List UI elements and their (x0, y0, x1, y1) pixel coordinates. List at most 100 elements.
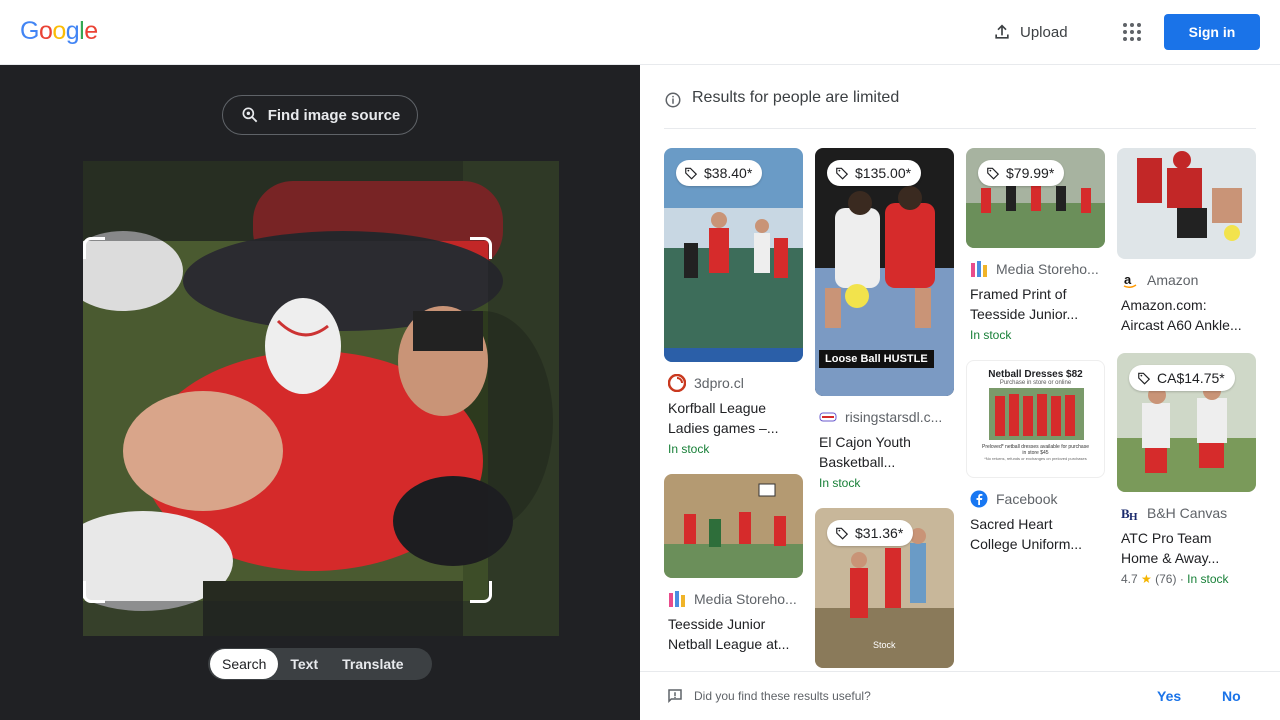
result-thumbnail[interactable]: Netball Dresses $82 Purchase in store or… (966, 360, 1105, 478)
poster-title: Netball Dresses $82 (988, 369, 1083, 380)
bh-canvas-icon: B H (1121, 506, 1138, 522)
crop-handle-bottom-right[interactable] (470, 581, 492, 603)
result-thumbnail[interactable]: $38.40* (664, 148, 803, 362)
result-title-line-2: Teesside Junior... (970, 306, 1079, 322)
result-card[interactable]: Media Storeho... Teesside Junior Netball… (664, 474, 803, 654)
star-icon: ★ (1141, 572, 1152, 586)
results-column-4: a Amazon Amazon.com: Aircast A60 Ankle..… (1117, 148, 1256, 596)
crop-handle-bottom-left[interactable] (83, 581, 105, 603)
media-storehouse-icon (971, 261, 987, 277)
source-name: Facebook (996, 491, 1058, 507)
result-title-line-1: Amazon.com: (1121, 297, 1207, 313)
price-tag-icon (1138, 372, 1151, 385)
price-value: CA$14.75* (1157, 370, 1225, 386)
svg-text:a: a (1124, 272, 1132, 287)
result-title[interactable]: El Cajon Youth Basketball... (819, 432, 950, 472)
source-name: Amazon (1147, 272, 1199, 288)
result-title-line-1: Framed Print of (970, 286, 1067, 302)
poster-note: Preloved* netball dresses available for … (981, 444, 1089, 456)
result-source: B H B&H Canvas (1121, 504, 1252, 522)
price-value: $79.99* (1006, 165, 1055, 181)
crop-handle-top-left[interactable] (83, 237, 105, 259)
feedback-icon (668, 689, 682, 704)
result-card[interactable]: Netball Dresses $82 Purchase in store or… (966, 360, 1105, 554)
result-title-line-2: Basketball... (819, 454, 896, 470)
result-thumbnail[interactable]: Stock $31.36* (815, 508, 954, 668)
price-value: $135.00* (855, 165, 912, 181)
result-card[interactable]: a Amazon Amazon.com: Aircast A60 Ankle..… (1117, 148, 1256, 335)
result-source: Media Storeho... (668, 590, 799, 608)
result-title[interactable]: Teesside Junior Netball League at... (668, 614, 799, 654)
result-title[interactable]: Sacred Heart College Uniform... (970, 514, 1101, 554)
upload-icon (995, 24, 1009, 39)
mode-search-tab[interactable]: Search (210, 649, 279, 679)
amazon-icon: a (1123, 272, 1137, 289)
result-title-line-1: ATC Pro Team (1121, 530, 1212, 546)
source-name: risingstarsdl.c... (845, 409, 943, 425)
crop-dim-top (83, 161, 559, 241)
stock-status: In stock (970, 328, 1012, 342)
result-source: Media Storeho... (970, 260, 1101, 278)
result-card[interactable]: $38.40* 3dpro.cl Korfball League Ladies … (664, 148, 803, 456)
price-tag: $135.00* (827, 160, 922, 186)
stock-watermark: Stock (873, 640, 896, 650)
notice-text: Results for people are limited (692, 89, 900, 106)
result-card[interactable]: $79.99* Media Storeho... Framed Print of… (966, 148, 1105, 342)
result-card[interactable]: CA$14.75* B H B&H Canvas ATC Pro Team Ho… (1117, 353, 1256, 586)
result-thumbnail[interactable]: Loose Ball HUSTLE $135.00* (815, 148, 954, 396)
result-title[interactable]: Amazon.com: Aircast A60 Ankle... (1121, 295, 1252, 335)
logo-letter: e (84, 17, 98, 45)
find-image-source-button[interactable]: Find image source (222, 95, 418, 135)
result-source: Facebook (970, 490, 1101, 508)
crop-handle-top-right[interactable] (470, 237, 492, 259)
result-thumbnail[interactable] (1117, 148, 1256, 259)
results-column-2: Loose Ball HUSTLE $135.00* risingstarsdl… (815, 148, 954, 678)
risingstars-favicon-icon (819, 412, 837, 422)
result-title[interactable]: ATC Pro Team Home & Away... (1121, 528, 1252, 568)
lens-mode-switcher: Search Text Translate (208, 648, 432, 680)
result-title[interactable]: Framed Print of Teesside Junior... (970, 284, 1101, 324)
price-tag-icon (836, 167, 849, 180)
google-logo[interactable]: Google (20, 17, 98, 46)
stock-watermark-text: Stock (873, 640, 896, 650)
results-column-3: $79.99* Media Storeho... Framed Print of… (966, 148, 1105, 564)
uploaded-image (83, 161, 559, 636)
apps-grid-icon[interactable] (1120, 20, 1144, 44)
rating-row: 4.7 ★ (76) · In stock (1121, 572, 1252, 586)
feedback-yes-button[interactable]: Yes (1157, 688, 1181, 704)
price-tag: $31.36* (827, 520, 914, 546)
result-card[interactable]: Stock $31.36* (815, 508, 954, 668)
mode-text-tab[interactable]: Text (278, 649, 330, 679)
price-tag: $79.99* (978, 160, 1065, 186)
result-thumbnail[interactable]: CA$14.75* (1117, 353, 1256, 492)
feedback-no-button[interactable]: No (1222, 688, 1241, 704)
review-count: (76) (1155, 572, 1177, 586)
media-storehouse-icon (669, 591, 685, 607)
facebook-icon (970, 490, 988, 508)
upload-button[interactable]: Upload (992, 20, 1068, 44)
source-name: Media Storeho... (694, 591, 797, 607)
result-title-line-2: Aircast A60 Ankle... (1121, 317, 1242, 333)
sign-in-button[interactable]: Sign in (1164, 14, 1260, 50)
price-tag-icon (836, 527, 849, 540)
result-title-line-2: Ladies games –... (668, 420, 779, 436)
result-card[interactable]: Loose Ball HUSTLE $135.00* risingstarsdl… (815, 148, 954, 490)
result-source: a Amazon (1121, 271, 1252, 289)
source-name: Media Storeho... (996, 261, 1099, 277)
result-title-line-2: Netball League at... (668, 636, 790, 652)
price-tag-icon (987, 167, 1000, 180)
separator-dot: · (1179, 572, 1184, 586)
result-source: risingstarsdl.c... (819, 408, 950, 426)
logo-letter: g (65, 17, 80, 45)
feedback-bar: Did you find these results useful? Yes N… (640, 671, 1280, 720)
result-thumbnail[interactable] (664, 474, 803, 578)
video-banner: Loose Ball HUSTLE (819, 350, 934, 368)
result-title-line-1: Teesside Junior (668, 616, 766, 632)
result-title-line-1: Korfball League (668, 400, 767, 416)
result-title[interactable]: Korfball League Ladies games –... (668, 398, 799, 438)
mode-translate-tab[interactable]: Translate (330, 649, 415, 679)
lens-search-icon (242, 107, 258, 123)
source-name: B&H Canvas (1147, 505, 1228, 521)
crop-dim-right (488, 241, 559, 601)
result-thumbnail[interactable]: $79.99* (966, 148, 1105, 248)
